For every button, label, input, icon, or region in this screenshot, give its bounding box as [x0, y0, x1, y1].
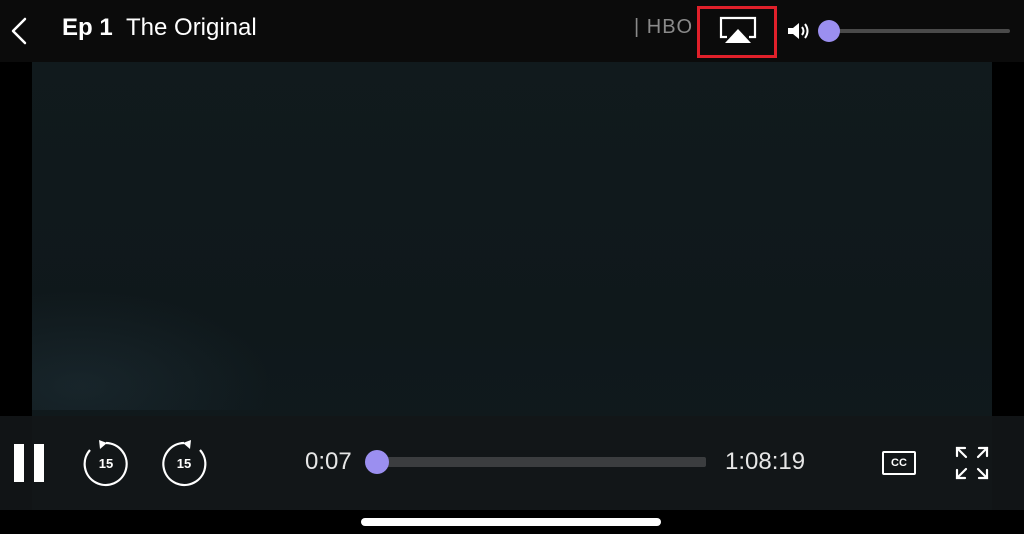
episode-title: The Original — [126, 14, 257, 41]
network-logo: | HBO — [634, 16, 694, 38]
airplay-icon[interactable] — [718, 15, 758, 47]
scrubber-knob[interactable] — [365, 450, 389, 474]
volume-slider-knob[interactable] — [818, 20, 840, 42]
pause-icon[interactable] — [14, 444, 44, 482]
volume-icon[interactable] — [786, 20, 810, 42]
volume-slider-track[interactable] — [828, 29, 1010, 33]
closed-captions-icon[interactable]: CC — [882, 451, 916, 475]
fullscreen-icon[interactable] — [955, 446, 989, 480]
rewind-15-button[interactable]: 15 — [81, 439, 131, 489]
back-chevron-icon[interactable] — [8, 14, 30, 48]
rewind-seconds: 15 — [98, 456, 114, 471]
current-time: 0:07 — [305, 448, 352, 475]
home-indicator[interactable] — [361, 518, 661, 526]
episode-number: Ep 1 — [62, 14, 113, 41]
forward-15-button[interactable]: 15 — [159, 439, 209, 489]
scrubber-track[interactable] — [376, 457, 706, 467]
forward-seconds: 15 — [176, 456, 192, 471]
duration: 1:08:19 — [725, 448, 806, 475]
